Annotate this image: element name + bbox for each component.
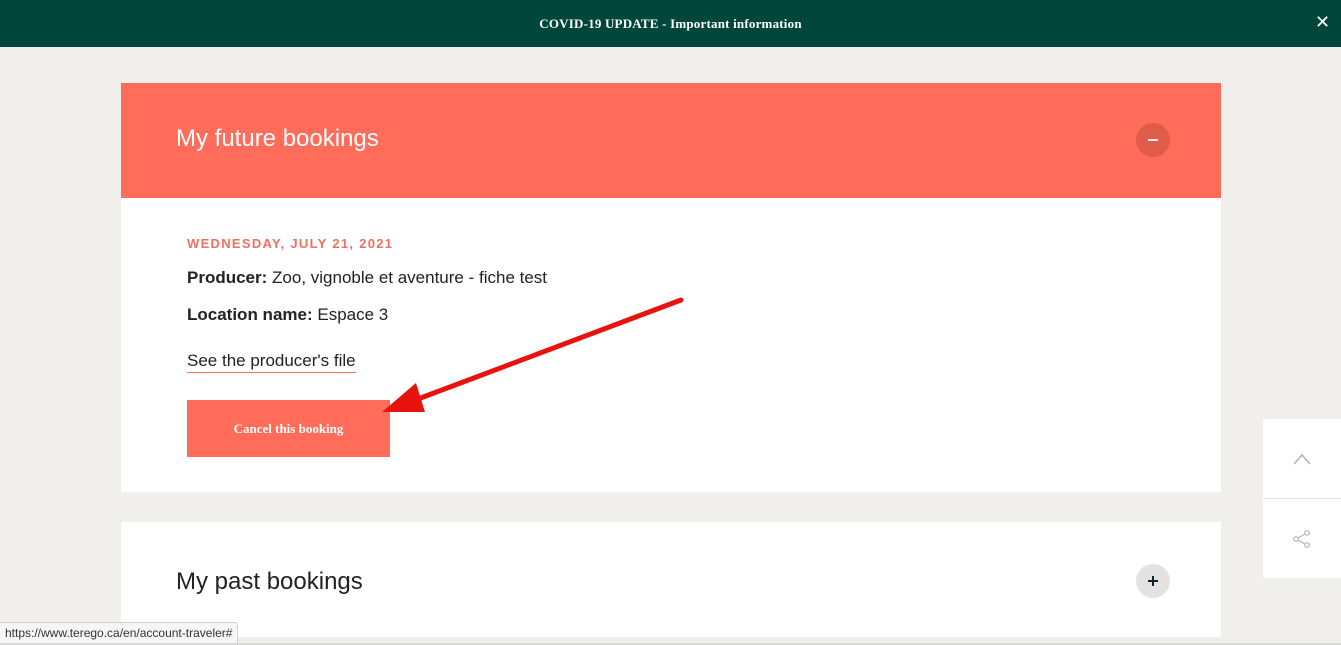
past-bookings-title: My past bookings bbox=[176, 568, 363, 595]
cancel-booking-button[interactable]: Cancel this booking bbox=[187, 400, 390, 457]
share-icon bbox=[1293, 529, 1310, 548]
future-bookings-panel: My future bookings WEDNESDAY, JULY 21, 2… bbox=[121, 83, 1221, 492]
close-icon[interactable]: ✕ bbox=[1315, 13, 1330, 33]
producer-value: Zoo, vignoble et aventure - fiche test bbox=[272, 268, 548, 287]
future-bookings-header[interactable]: My future bookings bbox=[121, 83, 1221, 198]
future-bookings-title: My future bookings bbox=[176, 125, 379, 152]
chevron-up-icon bbox=[1293, 453, 1311, 465]
expand-past-button[interactable] bbox=[1136, 564, 1170, 598]
booking-date: WEDNESDAY, JULY 21, 2021 bbox=[187, 236, 394, 251]
plus-icon bbox=[1148, 576, 1158, 586]
past-bookings-panel[interactable]: My past bookings bbox=[121, 522, 1221, 637]
side-tools bbox=[1263, 419, 1341, 578]
covid-banner[interactable]: COVID-19 UPDATE - Important information … bbox=[0, 0, 1341, 47]
booking-producer: Producer: Zoo, vignoble et aventure - fi… bbox=[187, 268, 547, 288]
scroll-top-button[interactable] bbox=[1263, 419, 1341, 499]
location-value: Espace 3 bbox=[317, 305, 389, 324]
status-bar-url: https://www.terego.ca/en/account-travele… bbox=[0, 622, 239, 645]
booking-location: Location name: Espace 3 bbox=[187, 305, 388, 325]
share-button[interactable] bbox=[1263, 499, 1341, 578]
producer-label: Producer: bbox=[187, 268, 268, 287]
minus-icon bbox=[1148, 139, 1158, 141]
covid-banner-text[interactable]: COVID-19 UPDATE - Important information bbox=[539, 16, 802, 32]
see-producer-file-link[interactable]: See the producer's file bbox=[187, 351, 356, 373]
collapse-future-button[interactable] bbox=[1136, 123, 1170, 157]
location-label: Location name: bbox=[187, 305, 313, 324]
